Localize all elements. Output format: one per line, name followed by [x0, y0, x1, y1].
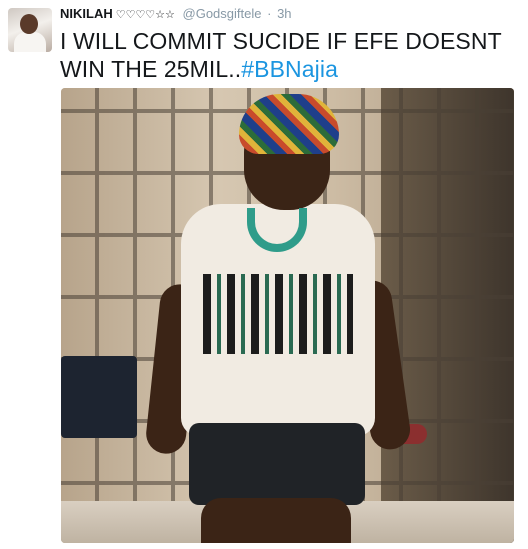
user-handle[interactable]: @Godsgiftele	[183, 6, 262, 21]
display-name[interactable]: NIKILAH	[60, 6, 113, 21]
photo-person-shorts	[189, 423, 365, 505]
tweet-timestamp[interactable]: 3h	[277, 6, 291, 21]
tweet-text: I WILL COMMIT SUCIDE IF EFE DOESNT WIN T…	[60, 27, 520, 83]
user-avatar[interactable]	[8, 8, 52, 52]
hashtag-link[interactable]: #BBNajia	[241, 56, 338, 82]
tweet-card[interactable]: NIKILAH ♡♡♡♡☆☆ @Godsgiftele · 3h I WILL C…	[0, 0, 528, 549]
avatar-figure-head	[20, 14, 38, 34]
name-emojis: ♡♡♡♡☆☆	[115, 9, 175, 21]
avatar-figure-body	[14, 32, 46, 52]
photo-shirt-stripes	[203, 274, 353, 354]
tweet-photo[interactable]	[61, 88, 514, 543]
photo-headwrap	[239, 94, 339, 154]
photo-generator	[61, 356, 137, 438]
photo-person-legs	[201, 498, 351, 543]
tweet-header: NIKILAH ♡♡♡♡☆☆ @Godsgiftele · 3h	[60, 6, 292, 22]
header-separator: ·	[267, 6, 272, 21]
